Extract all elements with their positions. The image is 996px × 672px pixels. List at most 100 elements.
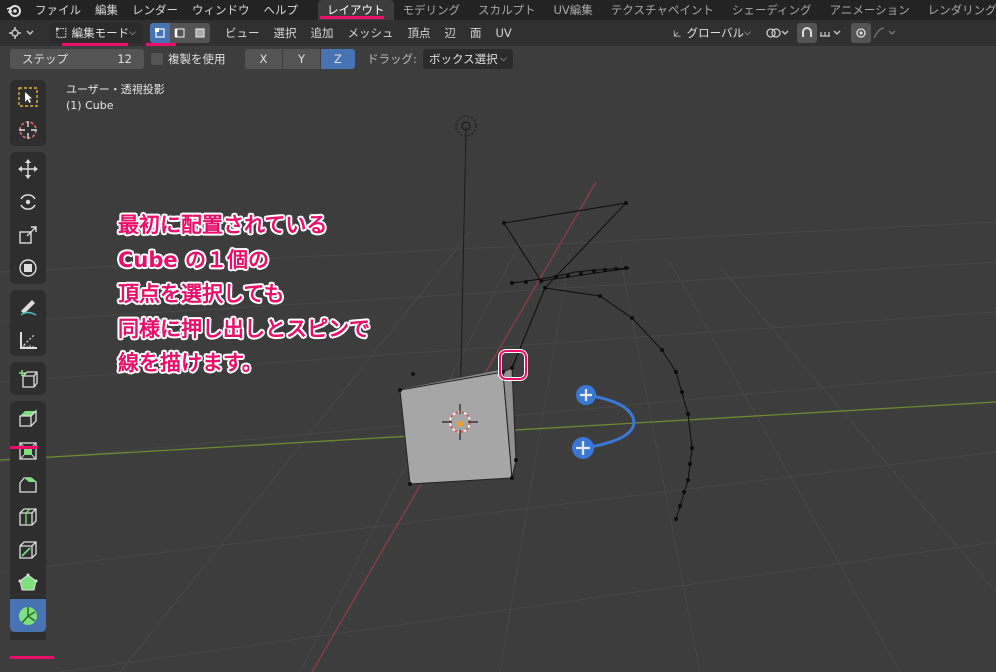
step-value: 12: [117, 52, 132, 66]
poly-build-icon: [18, 573, 38, 590]
mode-select[interactable]: 編集モード ⌵: [50, 23, 142, 43]
axis-x-button[interactable]: X: [245, 49, 282, 69]
menu-select[interactable]: 選択: [267, 25, 304, 41]
proportional-edit-icon[interactable]: [850, 23, 871, 43]
edge-select-icon[interactable]: [170, 23, 190, 43]
spin-tool-highlight: [10, 656, 54, 659]
tab-modeling[interactable]: モデリング: [394, 0, 470, 20]
blender-logo-icon[interactable]: [0, 0, 28, 20]
axis-z-button[interactable]: Z: [321, 49, 355, 69]
tool-scale[interactable]: [10, 218, 46, 251]
tool-more[interactable]: [10, 632, 46, 640]
menu-add[interactable]: 追加: [304, 25, 341, 41]
tool-extrude-region[interactable]: [10, 401, 46, 434]
scale-icon: [19, 225, 37, 244]
axis-y-label: Y: [297, 52, 306, 66]
menu-file[interactable]: ファイル: [28, 0, 88, 20]
workspace-tab-highlight: [320, 16, 384, 19]
orientation-icon: [673, 30, 681, 37]
annotation-line: 同様に押し出しとスピンで: [118, 316, 370, 341]
axis-x-label: X: [259, 52, 268, 66]
loop-cut-icon: [19, 507, 37, 526]
chevron-down-icon: ⌵: [500, 54, 507, 64]
tool-add-cube[interactable]: [10, 362, 46, 395]
knife-icon: [19, 540, 37, 559]
vertex-select-icon[interactable]: [150, 23, 170, 43]
extrude-region-icon: [19, 408, 37, 427]
tab-animation[interactable]: アニメーション: [821, 0, 919, 20]
extrude-tool-highlight: [10, 446, 38, 449]
tool-cursor[interactable]: [10, 113, 46, 146]
menu-uv[interactable]: UV: [489, 26, 519, 40]
tab-rendering[interactable]: レンダリング: [919, 0, 996, 20]
step-field[interactable]: ステップ 12: [10, 49, 144, 69]
menu-help[interactable]: ヘルプ: [257, 0, 306, 20]
tab-shading[interactable]: シェーディング: [723, 0, 821, 20]
workspace-tabs: レイアウト モデリング スカルプト UV編集 テクスチャペイント シェーディング…: [318, 0, 996, 20]
annotation-note: 最初に配置されている Cube の１個の 頂点を選択しても 同様に押し出しとスピ…: [118, 208, 370, 381]
transform-icon: [19, 258, 37, 277]
step-label: ステップ: [22, 52, 68, 66]
tool-inset-faces[interactable]: [10, 434, 46, 467]
duplicate-option[interactable]: 複製を使用: [151, 49, 226, 69]
menu-vertex[interactable]: 頂点: [401, 25, 438, 41]
tab-sculpt[interactable]: スカルプト: [469, 0, 545, 20]
tool-settings: ステップ 12 複製を使用 X Y Z ドラッグ: ボックス選択 ⌵: [0, 46, 996, 72]
menu-render[interactable]: レンダー: [125, 0, 185, 20]
tool-select-box[interactable]: [10, 80, 46, 113]
pivot-point-icon[interactable]: [763, 23, 793, 43]
menu-edge[interactable]: 辺: [438, 25, 464, 41]
tool-measure[interactable]: [10, 323, 46, 356]
cursor-icon: [19, 120, 37, 139]
tool-annotate[interactable]: [10, 290, 46, 323]
add-cube-icon: [19, 369, 38, 388]
menu-mesh[interactable]: メッシュ: [341, 25, 401, 41]
menu-edit[interactable]: 編集: [88, 0, 125, 20]
transform-orientation-select[interactable]: グローバル ⌵: [666, 23, 757, 43]
measure-icon: [20, 331, 37, 349]
duplicate-label: 複製を使用: [168, 52, 226, 66]
drag-label: ドラッグ:: [367, 52, 417, 66]
face-select-icon[interactable]: [190, 23, 210, 43]
menu-window[interactable]: ウィンドウ: [185, 0, 257, 20]
drag-select[interactable]: ボックス選択 ⌵: [423, 49, 513, 69]
tool-rotate[interactable]: [10, 185, 46, 218]
snap-magnet-icon[interactable]: [796, 23, 817, 43]
tool-poly-build[interactable]: [10, 566, 46, 599]
chevron-down-icon: ⌵: [743, 28, 751, 38]
duplicate-checkbox[interactable]: [151, 53, 163, 65]
annotation-line: Cube の１個の: [118, 247, 269, 272]
annotation-line: 最初に配置されている: [118, 213, 328, 237]
axis-z-label: Z: [334, 52, 342, 66]
top-bar: ファイル 編集 レンダー ウィンドウ ヘルプ レイアウト モデリング スカルプト…: [0, 0, 996, 20]
annotate-icon: [20, 299, 37, 316]
tab-texture-paint[interactable]: テクスチャペイント: [602, 0, 723, 20]
tool-shelf: [10, 80, 46, 640]
drag-value: ボックス選択: [429, 52, 498, 66]
annotation-line: 頂点を選択しても: [118, 282, 285, 306]
tool-loop-cut[interactable]: [10, 500, 46, 533]
light-line: [459, 126, 467, 418]
editor-type-icon[interactable]: [6, 23, 40, 43]
tool-transform[interactable]: [10, 251, 46, 284]
falloff-icon[interactable]: [871, 23, 901, 43]
select-box-icon: [18, 86, 38, 107]
move-icon: [18, 158, 38, 179]
rotate-icon: [20, 193, 36, 210]
select-mode-group: [150, 23, 210, 43]
tab-uv-editing[interactable]: UV編集: [545, 0, 602, 20]
annotation-line: 線を描けます。: [118, 351, 263, 375]
tool-move[interactable]: [10, 152, 46, 185]
orientation-label: グローバル: [686, 26, 744, 40]
snap-target-icon[interactable]: [817, 23, 845, 43]
menu-view[interactable]: ビュー: [218, 25, 267, 41]
tool-knife[interactable]: [10, 533, 46, 566]
tool-spin[interactable]: [10, 599, 46, 632]
bevel-icon: [19, 476, 37, 493]
axis-y-button[interactable]: Y: [283, 49, 320, 69]
chevron-down-icon: ⌵: [129, 28, 136, 38]
mode-label: 編集モード: [71, 26, 130, 40]
extruded-wire: [502, 201, 694, 521]
menu-face[interactable]: 面: [463, 25, 489, 41]
tool-bevel[interactable]: [10, 467, 46, 500]
